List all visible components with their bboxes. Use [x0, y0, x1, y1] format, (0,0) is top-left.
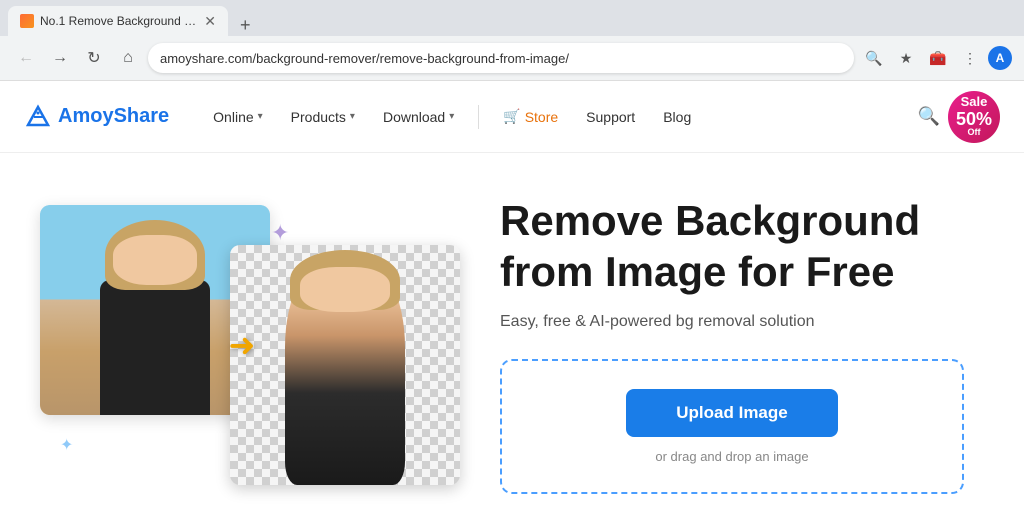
upload-area[interactable]: Upload Image or drag and drop an image	[500, 359, 964, 494]
sparkle-icon-1: ✦	[271, 220, 289, 246]
nav-search-button[interactable]: 🔍	[910, 98, 948, 135]
bookmark-button[interactable]: ★	[892, 44, 920, 72]
search-icon-button[interactable]: 🔍	[860, 44, 888, 72]
sparkle-icon-2: ✦	[60, 435, 73, 455]
address-input[interactable]	[148, 43, 854, 73]
active-tab[interactable]: No.1 Remove Background from... ✕	[8, 6, 228, 36]
upload-image-button[interactable]: Upload Image	[626, 389, 837, 437]
nav-blog[interactable]: Blog	[651, 101, 703, 133]
sale-sub: Off	[968, 128, 981, 138]
nav-menu: Online ▾ Products ▾ Download ▾ 🛒 Store S…	[201, 100, 909, 133]
website-content: AmoyShare Online ▾ Products ▾ Download ▾…	[0, 81, 1024, 517]
logo-icon	[24, 103, 52, 131]
arrow-icon: ➜	[229, 326, 256, 364]
nav-online[interactable]: Online ▾	[201, 101, 275, 133]
hero-section: ➜ ✦ ✦ Remove Background from Image for F…	[0, 153, 1024, 517]
tab-title: No.1 Remove Background from...	[40, 14, 198, 28]
address-bar-row: ← → ↻ ⌂ 🔍 ★ 🧰 ⋮ A	[0, 36, 1024, 80]
site-nav: AmoyShare Online ▾ Products ▾ Download ▾…	[0, 81, 1024, 153]
person-cutout	[285, 255, 405, 485]
back-button[interactable]: ←	[12, 44, 40, 72]
tab-favicon	[20, 14, 34, 28]
products-chevron-icon: ▾	[350, 111, 355, 122]
hero-content: Remove Background from Image for Free Ea…	[500, 196, 964, 494]
drag-drop-hint: or drag and drop an image	[655, 449, 808, 464]
home-button[interactable]: ⌂	[114, 44, 142, 72]
download-chevron-icon: ▾	[449, 111, 454, 122]
nav-products[interactable]: Products ▾	[279, 101, 367, 133]
new-tab-button[interactable]: +	[232, 15, 259, 36]
nav-divider	[478, 105, 479, 129]
hero-title: Remove Background from Image for Free	[500, 196, 964, 297]
sale-percent: 50%	[956, 110, 992, 128]
toolbar-icons: 🔍 ★ 🧰 ⋮ A	[860, 44, 1012, 72]
after-image	[230, 245, 460, 485]
online-chevron-icon: ▾	[258, 111, 263, 122]
browser-chrome: No.1 Remove Background from... ✕ + ← → ↻…	[0, 0, 1024, 81]
nav-store[interactable]: 🛒 Store	[491, 100, 570, 133]
hero-subtitle: Easy, free & AI-powered bg removal solut…	[500, 313, 964, 331]
logo-text: AmoyShare	[58, 105, 169, 128]
reload-button[interactable]: ↻	[80, 44, 108, 72]
forward-button[interactable]: →	[46, 44, 74, 72]
tab-close-button[interactable]: ✕	[204, 13, 216, 30]
nav-download[interactable]: Download ▾	[371, 101, 466, 133]
cart-icon: 🛒	[503, 108, 520, 125]
browser-menu-button[interactable]: ⋮	[956, 44, 984, 72]
nav-support[interactable]: Support	[574, 101, 647, 133]
sale-badge[interactable]: Sale 50% Off	[948, 91, 1000, 143]
logo-link[interactable]: AmoyShare	[24, 103, 169, 131]
profile-button[interactable]: A	[988, 46, 1012, 70]
extensions-button[interactable]: 🧰	[924, 44, 952, 72]
hero-images: ➜ ✦ ✦	[40, 205, 460, 485]
sale-text: Sale	[961, 95, 988, 109]
tab-bar: No.1 Remove Background from... ✕ +	[0, 0, 1024, 36]
